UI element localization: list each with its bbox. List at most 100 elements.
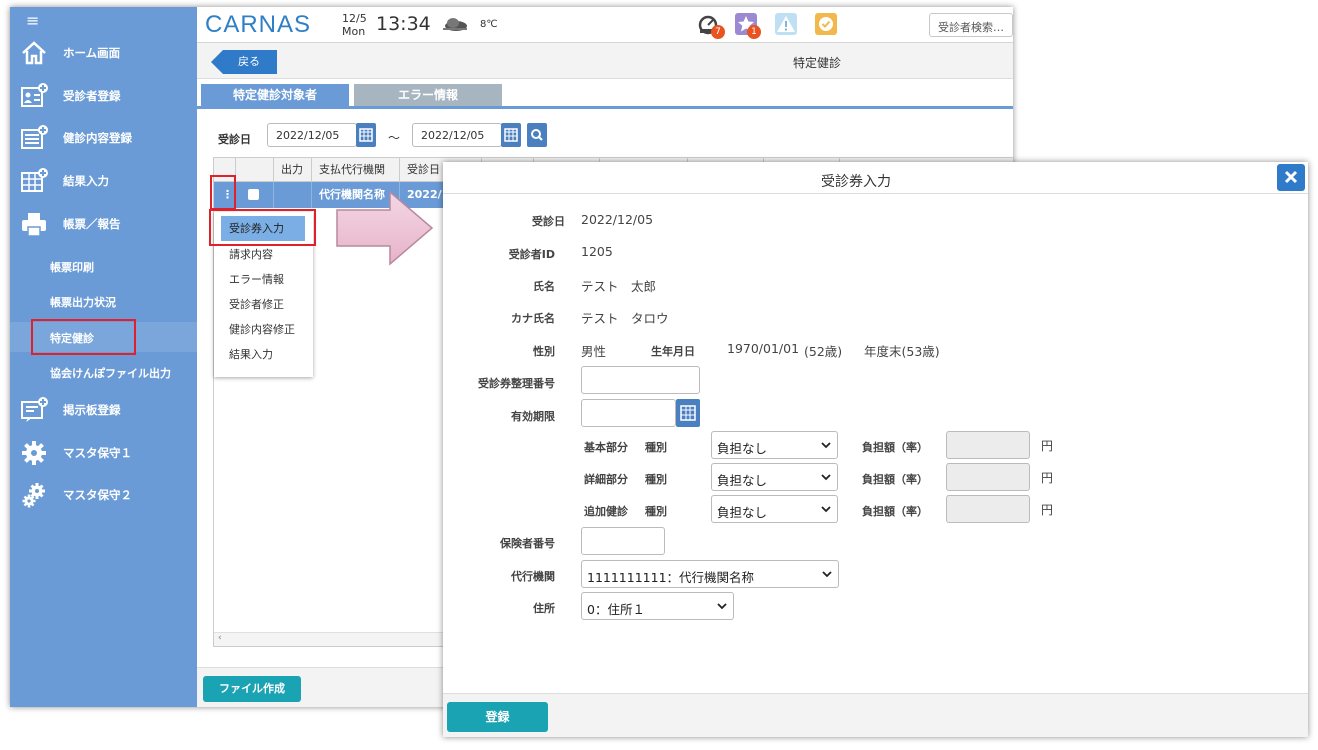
sidebar-item-label: 結果入力 [63, 174, 109, 188]
sidebar-item-label: 帳票／報告 [63, 217, 121, 231]
chevron-down-icon [821, 506, 831, 513]
menu-item-edit-patient[interactable]: 受診者修正 [214, 292, 313, 317]
temperature: 8℃ [480, 19, 498, 30]
sidebar-item-home[interactable]: ホーム画面 [10, 33, 197, 73]
burden-kind-value: 負担なし [717, 441, 768, 456]
expiry-input[interactable] [581, 399, 676, 427]
yen-unit: 円 [1041, 439, 1054, 453]
ticket-number-label: 受診券整理番号 [478, 377, 555, 390]
printer-icon [22, 213, 46, 237]
kana-value: テスト タロウ [581, 311, 669, 326]
date-weekday: Mon [342, 25, 366, 38]
menu-item-error-info[interactable]: エラー情報 [214, 267, 313, 292]
burden-kind-label: 種別 [645, 473, 667, 486]
page-title: 特定健診 [793, 56, 842, 70]
date-to-input[interactable]: 2022/12/05 [412, 123, 502, 147]
notification-gauge-icon[interactable]: 7 [697, 13, 725, 39]
sidebar-item-result-input[interactable]: 結果入力 [10, 161, 197, 201]
tab-target-patients[interactable]: 特定健診対象者 [201, 84, 349, 106]
calendar-icon[interactable] [501, 123, 521, 147]
filter-date-label: 受診日 [218, 133, 251, 146]
close-icon[interactable] [1277, 164, 1305, 191]
burden-amount-label: 負担額（率） [862, 473, 928, 486]
burden-kind-label: 種別 [645, 505, 667, 518]
dob-value: 1970/01/01 [727, 341, 800, 356]
burden-kind-select[interactable]: 負担なし [711, 431, 838, 459]
create-file-button[interactable]: ファイル作成 [203, 676, 301, 702]
form-plus-icon [21, 125, 48, 149]
sidebar-item-exam-register[interactable]: 健診内容登録 [10, 118, 197, 158]
register-button[interactable]: 登録 [447, 702, 548, 732]
sidebar-item-patient-register[interactable]: 受診者登録 [10, 76, 197, 116]
row-check-cell [236, 182, 274, 208]
chevron-down-icon [717, 603, 727, 610]
sidebar-item-reports[interactable]: 帳票／報告 [10, 204, 197, 244]
calendar-icon[interactable] [676, 399, 700, 427]
yen-unit: 円 [1041, 471, 1054, 485]
sidebar-subitem-label: 帳票印刷 [50, 261, 94, 274]
range-separator: ～ [388, 131, 401, 145]
sidebar-subitem-label: 協会けんぽファイル出力 [50, 367, 171, 380]
ticket-number-input[interactable] [581, 366, 700, 394]
expiry-label: 有効期限 [511, 410, 555, 423]
tab-error-info[interactable]: エラー情報 [354, 84, 502, 106]
insurer-number-input[interactable] [581, 527, 665, 555]
search-icon[interactable] [527, 123, 547, 147]
sidebar-item-label: ホーム画面 [63, 46, 121, 60]
sidebar-item-label: マスタ保守１ [63, 446, 132, 460]
sidebar-item-label: 受診者登録 [63, 89, 121, 103]
filter-bar: 受診日 2022/12/05 ～ 2022/12/05 [197, 109, 1013, 153]
address-label: 住所 [533, 602, 555, 615]
burden-amount-input[interactable] [946, 463, 1030, 491]
logo: CARNAS [205, 11, 312, 38]
notification-badge: 7 [711, 25, 725, 39]
patient-id-value: 1205 [581, 244, 613, 259]
patient-search-button[interactable]: 受診者検索… [929, 13, 1013, 37]
name-label: 氏名 [533, 280, 555, 293]
cloudy-weather-icon [443, 18, 467, 31]
back-button[interactable]: 戻る [211, 50, 277, 74]
sidebar-subitem-output-status[interactable]: 帳票出力状況 [10, 286, 197, 316]
chevron-down-icon [821, 474, 831, 481]
person-card-plus-icon [21, 83, 48, 107]
burden-amount-input[interactable] [946, 431, 1030, 459]
agency-select[interactable]: 1111111111：代行機関名称 [581, 560, 839, 588]
badge-check-icon[interactable] [815, 13, 837, 35]
row-checkbox[interactable] [248, 189, 259, 200]
sidebar-item-bulletin[interactable]: 掲示板登録 [10, 390, 197, 430]
burden-kind-select[interactable]: 負担なし [711, 495, 838, 523]
burden-part-label: 追加健診 [584, 505, 628, 518]
insurer-number-label: 保険者番号 [500, 537, 555, 550]
menu-item-result-input[interactable]: 結果入力 [214, 342, 313, 367]
date-from-input[interactable]: 2022/12/05 [267, 123, 357, 147]
date-day: 12/5 [342, 12, 367, 25]
hamburger-icon[interactable]: ≡ [26, 11, 39, 30]
sidebar-subitem-print[interactable]: 帳票印刷 [10, 251, 197, 281]
burden-part-label: 基本部分 [584, 441, 628, 454]
address-select[interactable]: 0：住所１ [581, 592, 734, 620]
star-icon[interactable]: 1 [735, 13, 761, 39]
kana-label: カナ氏名 [511, 312, 555, 325]
ticket-input-dialog: 受診券入力 受診日 2022/12/05 受診者ID 1205 氏名 テスト 太… [443, 162, 1308, 737]
tab-bar: 特定健診対象者 エラー情報 [197, 79, 1013, 109]
warning-icon[interactable] [775, 13, 797, 35]
calendar-icon[interactable] [356, 123, 376, 147]
burden-amount-label: 負担額（率） [862, 505, 928, 518]
age-fiscal-value: 年度末(53歳) [864, 344, 940, 359]
menu-item-edit-exam[interactable]: 健診内容修正 [214, 317, 313, 342]
address-value: 0：住所１ [587, 602, 645, 617]
pointer-arrow-icon [336, 190, 434, 266]
sidebar-subitem-kyokai-file[interactable]: 協会けんぽファイル出力 [10, 357, 197, 387]
burden-kind-select[interactable]: 負担なし [711, 463, 838, 491]
star-badge: 1 [747, 25, 761, 39]
age-value: (52歳) [804, 344, 843, 359]
burden-amount-input[interactable] [946, 495, 1030, 523]
name-value: テスト 太郎 [581, 279, 657, 294]
sidebar-item-label: マスタ保守２ [63, 488, 132, 502]
sub-header: 戻る 特定健診 [197, 43, 1013, 79]
sidebar-item-master2[interactable]: マスタ保守２ [10, 475, 197, 515]
sex-value: 男性 [581, 344, 607, 359]
dialog-title: 受診券入力 [821, 174, 891, 190]
sidebar-item-master1[interactable]: マスタ保守１ [10, 433, 197, 473]
col-check [236, 158, 274, 182]
